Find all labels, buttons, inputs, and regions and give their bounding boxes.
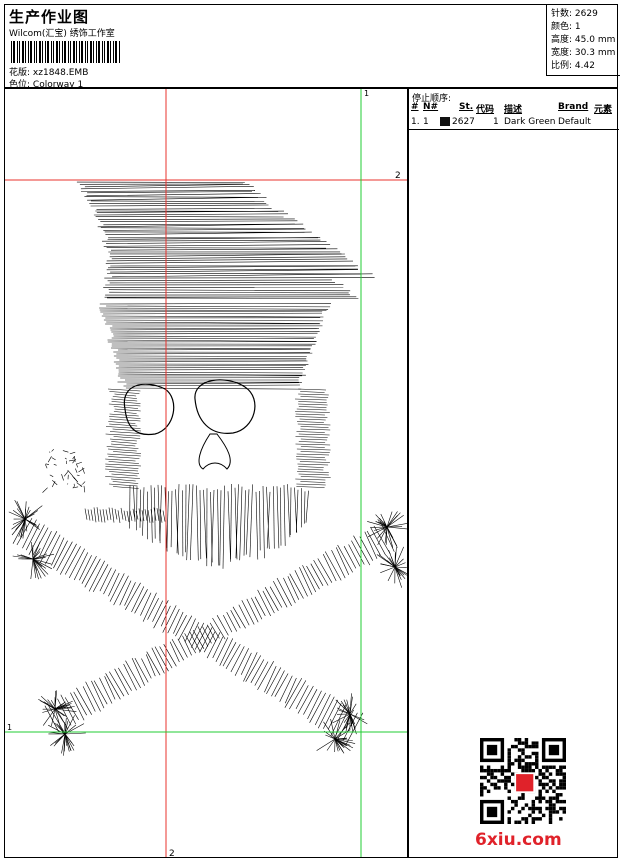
- stat-width: 宽度: 30.3 mm: [551, 48, 616, 58]
- col-header-brand: Brand: [558, 102, 589, 112]
- col-header-index: #: [411, 102, 419, 112]
- stat-colors: 颜色: 1: [551, 22, 581, 32]
- col-header-number: N#: [423, 102, 439, 112]
- row-description: Dark Green: [504, 117, 556, 127]
- guide-label-red-bottom: 2: [169, 849, 175, 857]
- row-brand: Default: [558, 117, 591, 127]
- embroidery-design: 2 2 1 1: [5, 89, 407, 857]
- page-title: 生产作业图: [9, 8, 90, 26]
- stat-scale: 比例: 4.42: [551, 61, 595, 71]
- skull-crossbones-artwork: [8, 181, 407, 756]
- watermark: 6xiu.com: [475, 830, 562, 850]
- stat-height: 高度: 45.0 mm: [551, 35, 616, 45]
- row-number: 1: [423, 117, 429, 127]
- row-divider: [409, 129, 619, 130]
- col-header-code: 代码: [476, 105, 495, 115]
- barcode-icon: [11, 41, 120, 63]
- qr-code-icon: [480, 738, 566, 824]
- row-code: 1: [493, 117, 499, 127]
- color-swatch: [440, 117, 450, 126]
- header: 生产作业图 Wilcom(汇宝) 绣饰工作室 花版: xz1848.EMB 色位…: [4, 4, 620, 90]
- row-index: 1.: [411, 117, 420, 127]
- design-canvas: 2 2 1 1: [4, 88, 408, 858]
- stats-panel: 针数: 2629 颜色: 1 高度: 45.0 mm 宽度: 30.3 mm 比…: [546, 5, 620, 76]
- stat-stitches: 针数: 2629: [551, 9, 598, 19]
- col-header-description: 描述: [504, 105, 523, 115]
- guide-label-green-left: 1: [7, 723, 12, 732]
- col-header-element: 元素: [594, 105, 613, 115]
- col-header-stitches: St.: [459, 102, 474, 112]
- guide-label-red-top: 2: [395, 171, 401, 181]
- row-stitches: 2627: [452, 117, 475, 127]
- company-name: Wilcom(汇宝) 绣饰工作室: [9, 29, 115, 39]
- guide-label-green-top: 1: [364, 89, 369, 98]
